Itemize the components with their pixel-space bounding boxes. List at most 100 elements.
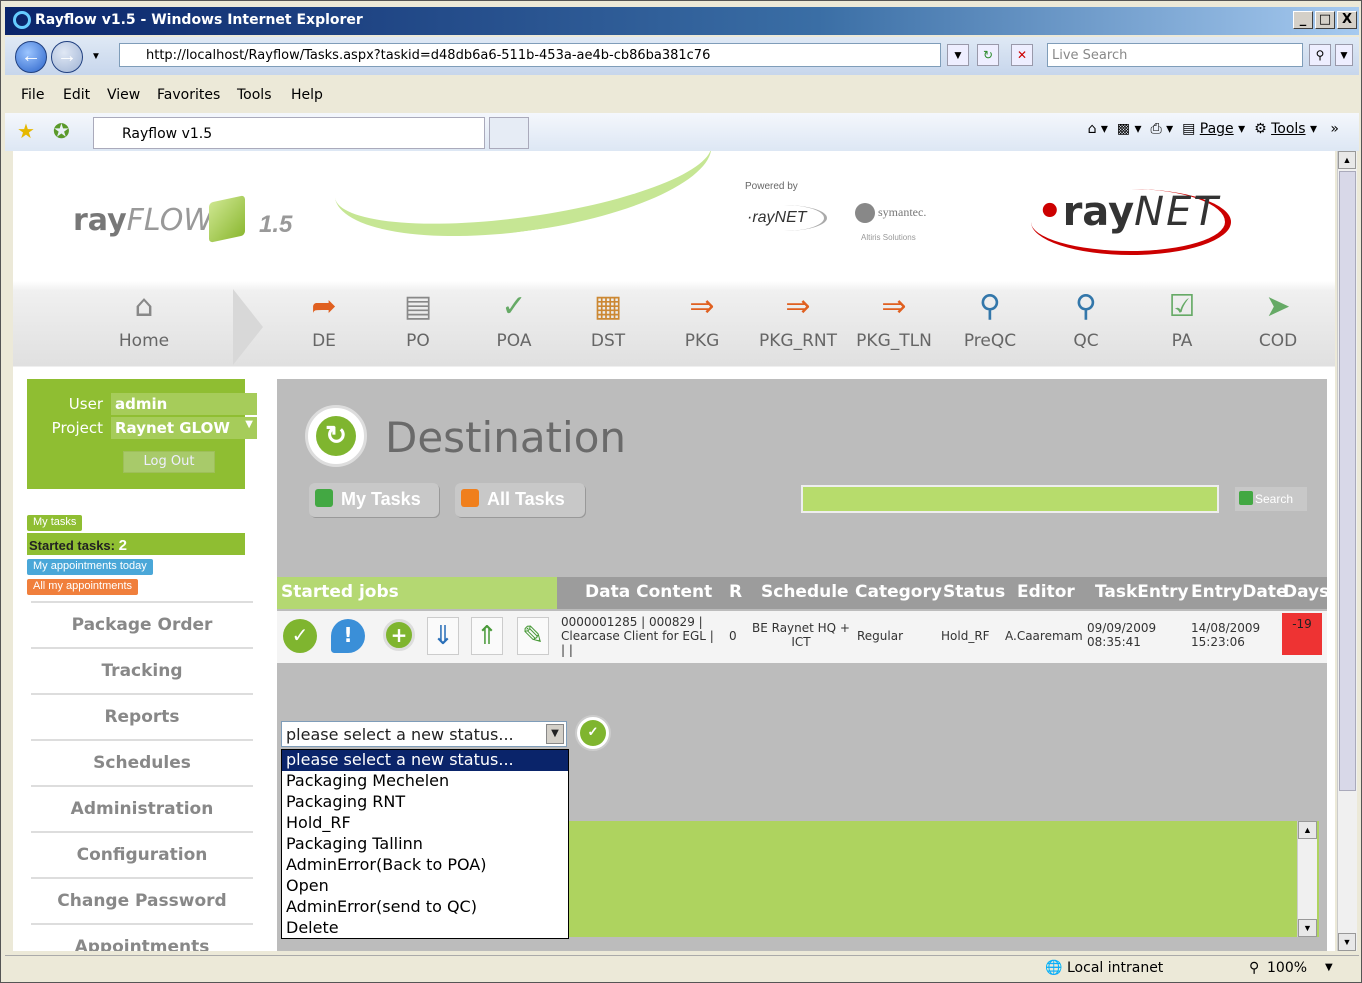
col-schedule[interactable]: Schedule — [761, 582, 849, 602]
nav-dst[interactable]: ▦ DST — [563, 289, 653, 365]
nav-po[interactable]: ▤ PO — [373, 289, 463, 365]
back-button[interactable]: ← — [15, 41, 47, 73]
add-icon[interactable]: + — [383, 619, 415, 651]
status-option[interactable]: Packaging Mechelen — [282, 771, 568, 792]
forward-button[interactable]: → — [51, 41, 83, 73]
appointments-today-link[interactable]: My appointments today — [27, 559, 153, 575]
all-appointments-link[interactable]: All my appointments — [27, 579, 139, 595]
nav-pa[interactable]: ☑ PA — [1137, 289, 1227, 365]
scroll-up-icon[interactable]: ▲ — [1338, 151, 1356, 169]
sidebar-item-tracking[interactable]: Tracking — [31, 647, 253, 693]
scroll-down-icon[interactable]: ▼ — [1298, 919, 1317, 937]
search-options-icon[interactable]: ▼ — [1335, 44, 1353, 66]
new-tab-button[interactable] — [489, 117, 529, 149]
sidebar-item-schedules[interactable]: Schedules — [31, 739, 253, 785]
chevron-right-icon[interactable]: » — [1330, 121, 1339, 137]
nav-poa[interactable]: ✓ POA — [469, 289, 559, 365]
minimize-button[interactable]: _ — [1293, 11, 1313, 29]
stop-icon[interactable]: ✕ — [1011, 44, 1033, 66]
status-option[interactable]: Packaging Tallinn — [282, 834, 568, 855]
status-option[interactable]: Delete — [282, 918, 568, 939]
menu-favorites[interactable]: Favorites — [157, 87, 220, 103]
status-select[interactable]: please select a new status... ▼ — [281, 721, 567, 747]
scroll-up-icon[interactable]: ▲ — [1298, 821, 1317, 839]
my-tasks-button[interactable]: My Tasks — [309, 483, 439, 517]
maximize-button[interactable]: □ — [1315, 11, 1335, 29]
sidebar-item-appointments[interactable]: Appointments — [31, 923, 253, 951]
status-option[interactable]: AdminError(send to QC) — [282, 897, 568, 918]
menu-help[interactable]: Help — [291, 87, 323, 103]
menu-edit[interactable]: Edit — [63, 87, 90, 103]
nav-pkg-rnt[interactable]: ⇒ PKG_RNT — [753, 289, 843, 365]
chevron-down-icon[interactable]: ▼ — [546, 724, 564, 744]
logout-button[interactable]: Log Out — [123, 451, 215, 473]
live-search-input[interactable]: Live Search — [1047, 43, 1303, 67]
col-editor[interactable]: Editor — [1017, 582, 1075, 602]
col-category[interactable]: Category — [855, 582, 942, 602]
close-button[interactable]: X — [1337, 11, 1357, 29]
textarea-scrollbar[interactable]: ▲ ▼ — [1297, 821, 1317, 937]
nav-qc[interactable]: ⚲ QC — [1041, 289, 1131, 365]
add-favorite-icon[interactable]: ✪ — [53, 119, 70, 144]
status-option[interactable]: AdminError(Back to POA) — [282, 855, 568, 876]
nav-cod[interactable]: ➤ COD — [1233, 289, 1323, 365]
favorites-star-icon[interactable]: ★ — [17, 119, 35, 144]
chevron-down-icon[interactable]: ▼ — [1325, 962, 1333, 973]
sidebar-item-reports[interactable]: Reports — [31, 693, 253, 739]
page-scrollbar[interactable]: ▲ ▼ — [1337, 151, 1357, 951]
apply-status-button[interactable]: ✓ — [575, 715, 611, 751]
my-tasks-tab[interactable]: My tasks — [27, 515, 83, 531]
move-up-icon[interactable]: ⇑ — [471, 617, 503, 655]
all-tasks-button[interactable]: All Tasks — [455, 483, 585, 517]
tab-rayflow[interactable]: Rayflow v1.5 — [93, 117, 485, 149]
started-tasks[interactable]: Started tasks: 2 — [27, 533, 245, 555]
status-option[interactable]: Packaging RNT — [282, 792, 568, 813]
comment-icon[interactable]: ! — [331, 619, 365, 653]
nav-pkg-tln[interactable]: ⇒ PKG_TLN — [849, 289, 939, 365]
header-swoosh — [326, 151, 720, 257]
col-status[interactable]: Status — [943, 582, 1005, 602]
sidebar-item-package-order[interactable]: Package Order — [31, 601, 253, 647]
nav-pkg[interactable]: ⇒ PKG — [657, 289, 747, 365]
url-field[interactable]: http://localhost/Rayflow/Tasks.aspx?task… — [119, 43, 941, 67]
menu-file[interactable]: File — [21, 87, 44, 103]
nav-de[interactable]: ➦ DE — [279, 289, 369, 365]
menu-tools[interactable]: Tools — [237, 87, 272, 103]
scroll-down-icon[interactable]: ▼ — [1338, 933, 1356, 951]
project-select[interactable]: Raynet GLOW ▼ — [111, 417, 257, 439]
scroll-thumb[interactable] — [1339, 171, 1356, 791]
nav-home[interactable]: ⌂ Home — [99, 289, 189, 365]
tools-menu[interactable]: ⚙ Tools ▾ — [1254, 121, 1317, 137]
page-menu[interactable]: ▤ Page ▾ — [1182, 121, 1245, 137]
move-down-icon[interactable]: ⇓ — [427, 617, 459, 655]
status-option[interactable]: please select a new status... — [282, 750, 568, 771]
search-button[interactable]: Search — [1235, 487, 1307, 511]
sidebar-item-administration[interactable]: Administration — [31, 785, 253, 831]
nav-preqc[interactable]: ⚲ PreQC — [945, 289, 1035, 365]
col-taskentry[interactable]: TaskEntry — [1095, 582, 1189, 602]
col-r[interactable]: R — [729, 582, 742, 602]
rayflow-logo[interactable]: rayFLOW — [73, 203, 213, 238]
table-row[interactable]: ✓ ! + ⇓ ⇑ ✎ 0000001285 | 000829 | Clearc… — [277, 611, 1327, 663]
sidebar-item-configuration[interactable]: Configuration — [31, 831, 253, 877]
accept-icon[interactable]: ✓ — [283, 619, 317, 653]
search-icon[interactable]: ⚲ — [1309, 44, 1331, 66]
home-icon[interactable]: ⌂ — [1088, 121, 1097, 137]
sidebar-item-change-password[interactable]: Change Password — [31, 877, 253, 923]
search-input[interactable] — [801, 485, 1219, 513]
zoom-level[interactable]: 100% — [1267, 960, 1307, 976]
print-icon[interactable]: ⎙ — [1150, 121, 1161, 137]
history-dropdown-icon[interactable]: ▼ — [91, 51, 101, 62]
feeds-icon[interactable]: ▩ — [1117, 121, 1130, 137]
comment-textarea[interactable]: ▲ ▼ — [567, 821, 1319, 937]
col-days[interactable]: Days — [1283, 582, 1329, 602]
url-dropdown-button[interactable]: ▼ — [947, 44, 969, 66]
status-option[interactable]: Hold_RF — [282, 813, 568, 834]
col-entrydate[interactable]: EntryDate — [1191, 582, 1288, 602]
menu-view[interactable]: View — [107, 87, 140, 103]
edit-icon[interactable]: ✎ — [517, 617, 549, 655]
col-data-content[interactable]: Data Content — [585, 582, 712, 602]
refresh-icon[interactable]: ↻ — [977, 44, 999, 66]
status-option[interactable]: Open — [282, 876, 568, 897]
cell-status: Hold_RF — [941, 629, 990, 643]
